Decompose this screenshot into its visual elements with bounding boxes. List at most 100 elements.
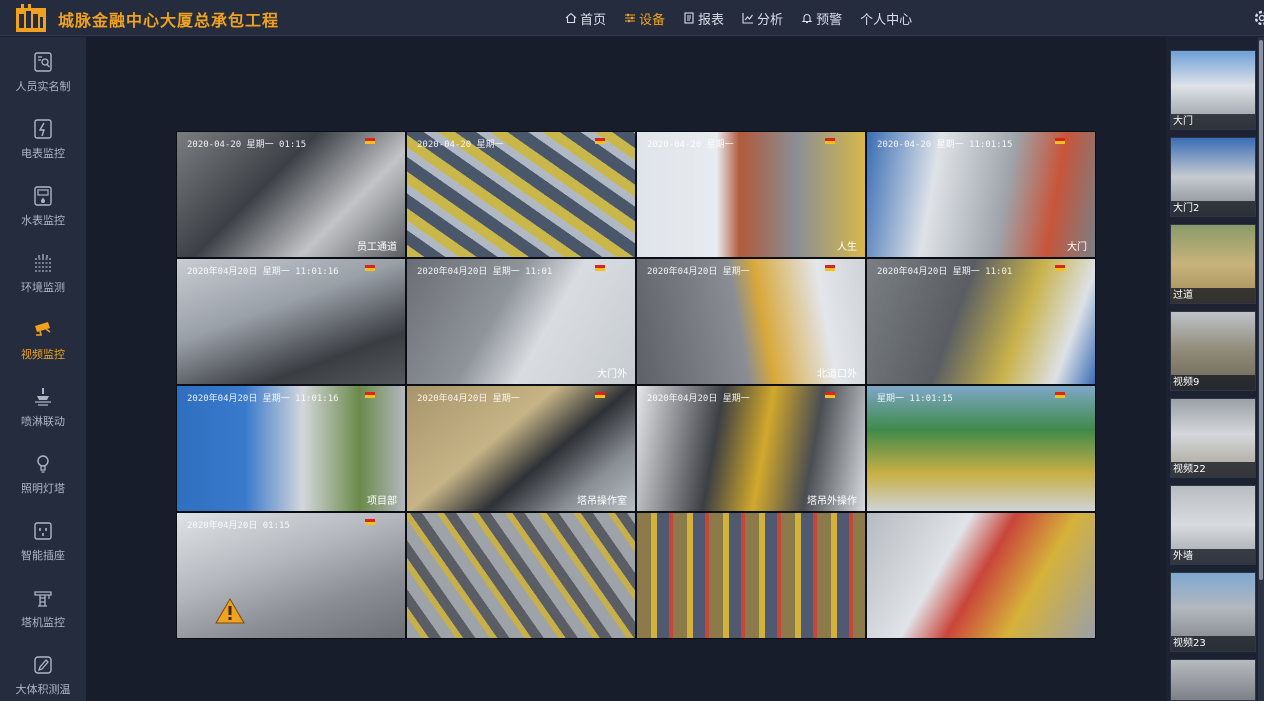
electric-meter-icon	[34, 119, 52, 139]
video-timestamp: 星期一 11:01:15	[877, 394, 953, 404]
sprinkler-icon	[35, 388, 51, 406]
light-tower-icon	[37, 455, 49, 473]
camera-thumbnail-label: 视频9	[1171, 375, 1255, 390]
video-cell[interactable]	[407, 513, 635, 638]
camera-icon	[35, 322, 51, 336]
camera-thumbnail[interactable]: 视频22	[1170, 398, 1256, 478]
tower-crane-icon	[34, 591, 52, 607]
chart-icon	[742, 13, 754, 24]
status-flag	[595, 265, 605, 271]
video-caption: 员工通道	[357, 242, 397, 253]
sidebar-item-electric-meter[interactable]: 电表监控	[0, 104, 86, 164]
status-flag	[365, 519, 375, 525]
video-caption: 人生	[837, 242, 857, 253]
sidebar-item-water-meter[interactable]: 水表监控	[0, 171, 86, 231]
gear-icon	[1254, 10, 1264, 26]
camera-thumbnail-label: 大门2	[1171, 201, 1255, 216]
video-grid: 2020-04-20 星期一 01:15 员工通道 2020-04-20 星期一…	[176, 131, 1096, 639]
sidebar-item-mass-concrete-temp[interactable]: 大体积测温	[0, 640, 86, 700]
nav-report[interactable]: 报表	[674, 0, 733, 36]
camera-thumbnail-label: 大门	[1171, 114, 1255, 129]
status-flag	[595, 392, 605, 398]
video-cell[interactable]: 2020-04-20 星期一	[407, 132, 635, 257]
sidebar-item-video[interactable]: 视频监控	[0, 305, 86, 365]
status-flag	[825, 265, 835, 271]
video-caption: 大门	[1067, 242, 1087, 253]
nav-home-label: 首页	[580, 12, 607, 28]
camera-thumbnail-label: 外墙	[1171, 549, 1255, 564]
video-cell[interactable]: 2020年04月20日 星期一 塔吊外操作	[637, 386, 865, 511]
video-cell[interactable]	[867, 513, 1095, 638]
status-flag	[595, 138, 605, 144]
video-cell[interactable]: 2020年04月20日 星期一 11:01:16	[177, 259, 405, 384]
video-cell[interactable]	[637, 513, 865, 638]
video-timestamp: 2020年04月20日 星期一 11:01	[417, 267, 553, 277]
nav-personal-center[interactable]: 个人中心	[851, 0, 921, 36]
sidebar-item-label: 人员实名制	[15, 80, 71, 93]
nav-device[interactable]: 设备	[615, 0, 674, 36]
nav-analysis[interactable]: 分析	[733, 0, 792, 36]
top-bar: 城脉金融中心大厦总承包工程 首页 设备 报表 分析 预警 个人中心	[0, 0, 1264, 36]
video-caption: 北道口外	[817, 369, 857, 380]
sidebar-item-sprinkler[interactable]: 喷淋联动	[0, 372, 86, 432]
video-cell[interactable]: 星期一 11:01:15	[867, 386, 1095, 511]
video-cell[interactable]: 2020年04月20日 星期一 11:01	[867, 259, 1095, 384]
camera-thumbnail[interactable]: 视频23	[1170, 572, 1256, 652]
video-caption: 项目部	[367, 496, 397, 507]
sidebar-item-smart-socket[interactable]: 智能插座	[0, 506, 86, 566]
camera-thumbnail[interactable]: 过道	[1170, 224, 1256, 304]
video-cell[interactable]: 2020年04月20日 01:15	[177, 513, 405, 638]
video-cell[interactable]: 2020-04-20 星期一 人生	[637, 132, 865, 257]
sidebar-item-light-tower[interactable]: 照明灯塔	[0, 439, 86, 499]
video-caption: 大门外	[597, 369, 627, 380]
camera-thumbnail[interactable]	[1170, 659, 1256, 701]
environment-icon	[35, 254, 51, 272]
nav-personal-center-label: 个人中心	[860, 12, 913, 28]
camera-thumbnail[interactable]: 外墙	[1170, 485, 1256, 565]
report-icon	[684, 12, 694, 24]
nav-alert[interactable]: 预警	[792, 0, 851, 36]
video-cell[interactable]: 2020-04-20 星期一 11:01:15 大门	[867, 132, 1095, 257]
nav-device-label: 设备	[639, 12, 666, 28]
camera-thumbnail[interactable]: 视频9	[1170, 311, 1256, 391]
nav-home[interactable]: 首页	[556, 0, 615, 36]
company-logo-icon	[16, 4, 46, 32]
status-flag	[365, 138, 375, 144]
sidebar-item-tower-crane[interactable]: 塔机监控	[0, 573, 86, 633]
bell-icon	[801, 14, 813, 24]
app-title: 城脉金融中心大厦总承包工程	[58, 11, 280, 30]
left-sidebar: 人员实名制 电表监控 水表监控 环境监测 视频监控 喷淋联动 照明灯塔 智能插座…	[0, 37, 86, 701]
nav-alert-label: 预警	[816, 12, 843, 28]
sidebar-item-label: 水表监控	[21, 214, 65, 227]
sidebar-item-environment[interactable]: 环境监测	[0, 238, 86, 298]
settings-button[interactable]	[1252, 8, 1264, 28]
camera-thumbnail[interactable]: 大门	[1170, 50, 1256, 130]
sidebar-item-label: 照明灯塔	[21, 482, 65, 495]
camera-thumbnail-label: 视频22	[1171, 462, 1255, 477]
video-cell[interactable]: 2020年04月20日 星期一 11:01:16 项目部	[177, 386, 405, 511]
video-timestamp: 2020-04-20 星期一 01:15	[187, 140, 307, 150]
video-timestamp: 2020-04-20 星期一	[647, 140, 734, 150]
thumbnail-scrollbar-thumb[interactable]	[1259, 40, 1263, 580]
video-cell[interactable]: 2020年04月20日 星期一 北道口外	[637, 259, 865, 384]
video-cell[interactable]: 2020年04月20日 星期一 塔吊操作室	[407, 386, 635, 511]
status-flag	[825, 138, 835, 144]
warning-icon	[215, 598, 245, 624]
video-caption: 塔吊操作室	[577, 496, 627, 507]
sidebar-item-label: 视频监控	[21, 348, 65, 361]
home-icon	[565, 12, 577, 24]
video-cell[interactable]: 2020年04月20日 星期一 11:01 大门外	[407, 259, 635, 384]
sidebar-item-label: 环境监测	[21, 281, 65, 294]
sidebar-item-label: 智能插座	[21, 549, 65, 562]
video-cell[interactable]: 2020-04-20 星期一 01:15 员工通道	[177, 132, 405, 257]
sidebar-item-label: 电表监控	[21, 147, 65, 160]
nav-analysis-label: 分析	[757, 12, 784, 28]
sidebar-item-personnel[interactable]: 人员实名制	[0, 37, 86, 97]
video-timestamp: 2020年04月20日 星期一	[647, 267, 750, 277]
video-timestamp: 2020年04月20日 星期一 11:01:16	[187, 267, 339, 277]
camera-thumbnail-list: 大门 大门2 过道 视频9 视频22 外墙 视频23	[1166, 37, 1264, 701]
camera-thumbnail-label: 过道	[1171, 288, 1255, 303]
water-meter-icon	[34, 186, 52, 206]
camera-thumbnail[interactable]: 大门2	[1170, 137, 1256, 217]
status-flag	[1055, 265, 1065, 271]
